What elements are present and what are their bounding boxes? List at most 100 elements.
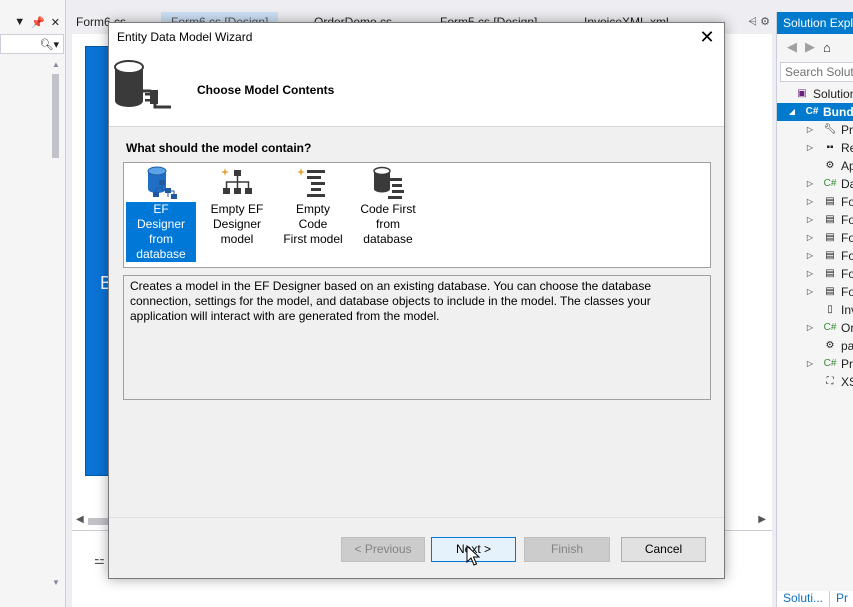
solution-explorer-title[interactable]: Solution Explorer xyxy=(777,12,853,34)
left-search-box[interactable]: 🔍︎▾ xyxy=(0,34,64,54)
close-icon[interactable]: ✕ xyxy=(51,16,60,29)
scroll-down-arrow-icon[interactable]: ▼ xyxy=(51,578,61,587)
solution-tree-item-label: Form4.cs xyxy=(841,249,853,263)
entity-data-model-wizard: Entity Data Model Wizard ✕ Choose Model … xyxy=(108,22,725,579)
component-icon[interactable]: ⚍ xyxy=(94,553,105,567)
config-file-icon: ⚙ xyxy=(825,340,835,351)
solution-tree-item[interactable]: ▷ ▤ Form5.cs xyxy=(777,265,853,283)
solution-explorer: Solution Explorer ◀ ▶ ⌂ Search Solution … xyxy=(776,12,853,607)
solution-tree-item[interactable]: ▷ C# DataModel.cs xyxy=(777,175,853,193)
csharp-file-icon: C# xyxy=(823,322,837,333)
form-icon: ▤ xyxy=(825,250,835,261)
solution-tree-item-label: InvoiceXML.xml xyxy=(841,303,853,317)
expand-arrow-icon[interactable]: ▷ xyxy=(805,211,815,229)
scroll-up-arrow-icon[interactable]: ▲ xyxy=(51,60,61,69)
file-icon: ▯ xyxy=(827,304,833,315)
references-icon: ▪▪ xyxy=(826,142,834,153)
home-icon[interactable]: ⌂ xyxy=(823,40,831,55)
solution-tree-item-label: OrderDemo.cs xyxy=(841,321,853,335)
solution-tree-item-label: Properties xyxy=(841,123,853,137)
solution-tree-item[interactable]: ▷ ▤ Form1.cs xyxy=(777,193,853,211)
scroll-left-arrow-icon[interactable]: ◀ xyxy=(76,514,84,525)
expand-arrow-icon[interactable]: ▷ xyxy=(805,247,815,265)
choice-ef-designer-from-database[interactable]: EF Designer from database xyxy=(126,166,196,266)
form-icon: ▤ xyxy=(825,232,835,243)
solution-tree-item[interactable]: ▷ ▤ Form3.cs xyxy=(777,229,853,247)
collapse-arrow-icon[interactable]: ◢ xyxy=(787,103,797,121)
dropdown-arrow-icon[interactable]: ▼ xyxy=(14,16,25,28)
left-vertical-scrollbar[interactable]: ▲ ▼ xyxy=(51,60,61,590)
horizontal-scrollbar-thumb[interactable] xyxy=(88,518,108,525)
solution-tree-item[interactable]: ▷ C# OrderDemo.cs xyxy=(777,319,853,337)
solution-tree-item[interactable]: ⚙ packages.config xyxy=(777,337,853,355)
tab-list-dropdown-icon[interactable]: ⩤ xyxy=(748,16,757,28)
solution-tree-item[interactable]: ⛶ XSD xyxy=(777,373,853,391)
expand-arrow-icon[interactable]: ▷ xyxy=(805,175,815,193)
solution-tree-item-label: Solution xyxy=(813,87,853,101)
solution-explorer-bottom-tabs: Soluti... Pr xyxy=(777,591,853,607)
solution-tree-item[interactable]: ▷ ▤ Form6.cs xyxy=(777,283,853,301)
solution-tree: ▣ Solution ◢ C# Bundle ▷ 🔧︎ Properties ▷ ▪▪ Refere… xyxy=(777,85,853,391)
previous-button[interactable]: < Previous xyxy=(341,537,425,562)
tab-solution-explorer[interactable]: Soluti... xyxy=(777,591,831,607)
left-tool-window-toolbar: ▼ 📌 ✕ xyxy=(0,12,66,32)
choice-label: Code First from database xyxy=(360,202,416,246)
expand-arrow-icon[interactable]: ▷ xyxy=(805,121,815,139)
expand-arrow-icon[interactable]: ▷ xyxy=(805,229,815,247)
pin-icon[interactable]: 📌 xyxy=(31,16,45,29)
solution-tree-item-label: App.config xyxy=(841,159,853,173)
expand-arrow-icon[interactable]: ▷ xyxy=(805,319,815,337)
scroll-right-arrow-icon[interactable]: ▶ xyxy=(758,514,766,525)
choice-description: Creates a model in the EF Designer based… xyxy=(123,275,711,400)
back-arrow-icon[interactable]: ◀ xyxy=(787,39,797,55)
expand-arrow-icon[interactable]: ▷ xyxy=(805,355,815,373)
solution-tree-item[interactable]: ◢ C# Bundle xyxy=(777,103,853,121)
solution-tree-item[interactable]: ▣ Solution xyxy=(777,85,853,103)
expand-arrow-icon[interactable]: ▷ xyxy=(805,193,815,211)
solution-tree-item-label: References xyxy=(841,141,853,155)
empty-code-first-icon xyxy=(297,168,325,197)
expand-arrow-icon[interactable]: ▷ xyxy=(805,139,815,157)
solution-tree-item[interactable]: ▷ 🔧︎ Properties xyxy=(777,121,853,139)
solution-icon: ▣ xyxy=(797,88,807,99)
solution-tree-item-label: Form5.cs xyxy=(841,267,853,281)
footer-divider xyxy=(109,517,724,518)
csharp-file-icon: C# xyxy=(823,358,837,369)
solution-tree-item[interactable]: ▷ C# Program.cs xyxy=(777,355,853,373)
config-file-icon: ⚙ xyxy=(825,160,835,171)
solution-explorer-search[interactable]: Search Solution Explorer xyxy=(780,62,853,82)
solution-tree-item[interactable]: ▷ ▤ Form4.cs xyxy=(777,247,853,265)
search-icon[interactable]: 🔍︎▾ xyxy=(40,38,60,51)
choice-empty-ef-designer-model[interactable]: Empty EF Designer model xyxy=(202,166,272,266)
settings-gear-icon[interactable]: ⚙ xyxy=(760,16,770,28)
solution-tree-item-label: Form6.cs xyxy=(841,285,853,299)
form-icon: ▤ xyxy=(825,214,835,225)
forward-arrow-icon[interactable]: ▶ xyxy=(805,39,815,55)
cancel-button[interactable]: Cancel xyxy=(621,537,706,562)
solution-tree-item-label: Program.cs xyxy=(841,357,853,371)
expand-arrow-icon[interactable]: ▷ xyxy=(805,265,815,283)
choice-empty-code-first-model[interactable]: Empty Code First model xyxy=(278,166,348,266)
tab-properties[interactable]: Pr xyxy=(830,591,853,607)
close-icon[interactable]: ✕ xyxy=(696,26,718,48)
solution-tree-item-label: Bundle xyxy=(823,105,853,119)
wizard-header: Choose Model Contents xyxy=(109,53,724,127)
dialog-title-bar[interactable]: Entity Data Model Wizard ✕ xyxy=(109,23,724,53)
solution-tree-item[interactable]: ⚙ App.config xyxy=(777,157,853,175)
choice-code-first-from-database[interactable]: Code First from database xyxy=(353,166,423,266)
database-connection-icon xyxy=(114,60,171,109)
solution-tree-item-label: Form3.cs xyxy=(841,231,853,245)
expand-arrow-icon[interactable]: ▷ xyxy=(805,283,815,301)
next-button[interactable]: Next > xyxy=(431,537,516,562)
choice-label: EF Designer from database xyxy=(126,202,196,262)
solution-tree-item[interactable]: ▷ ▪▪ References xyxy=(777,139,853,157)
model-contents-question: What should the model contain? xyxy=(126,141,312,155)
form-icon: ▤ xyxy=(825,196,835,207)
scrollbar-thumb[interactable] xyxy=(52,74,59,158)
solution-tree-item[interactable]: ▯ InvoiceXML.xml xyxy=(777,301,853,319)
ef-designer-from-database-icon xyxy=(147,166,177,199)
solution-tree-item-label: XSD xyxy=(841,375,853,389)
form-icon: ▤ xyxy=(825,268,835,279)
finish-button[interactable]: Finish xyxy=(524,537,610,562)
solution-tree-item[interactable]: ▷ ▤ Form2.cs xyxy=(777,211,853,229)
